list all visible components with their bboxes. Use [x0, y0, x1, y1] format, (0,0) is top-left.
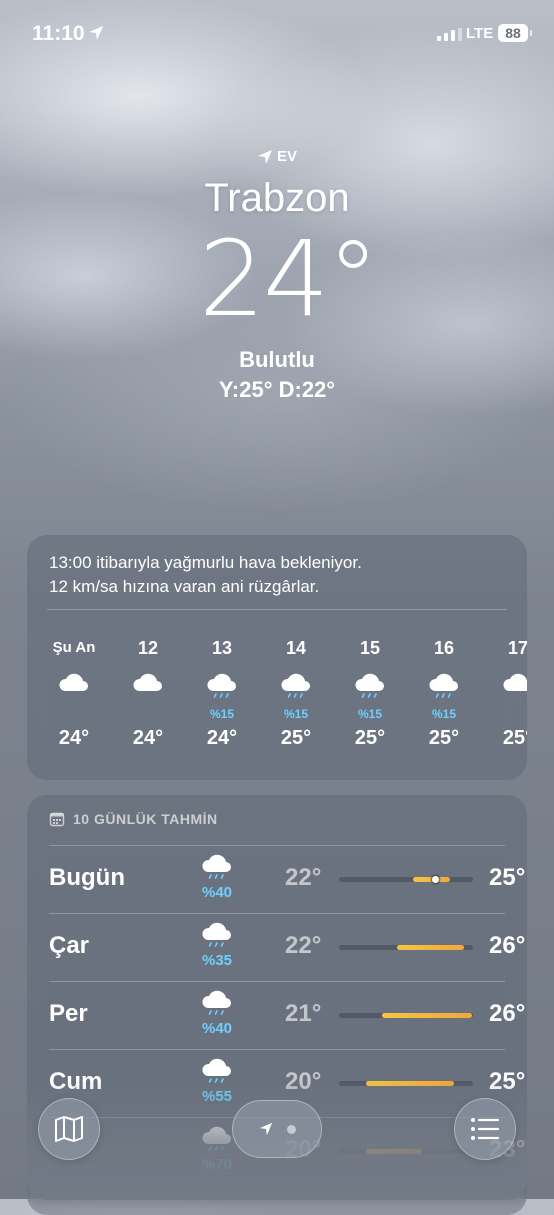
- hour-temp: 25°: [354, 727, 386, 749]
- status-time: 11:10: [32, 22, 85, 45]
- forecast-high: 26°: [489, 932, 526, 959]
- summary-line: 13:00 itibarıyla yağmurlu hava bekleniyo…: [49, 553, 362, 572]
- cloud-rain-icon: [199, 920, 235, 956]
- home-label-text: EV: [276, 148, 297, 165]
- cloud-icon: [483, 671, 527, 721]
- condition-text: Bulutlu: [239, 346, 315, 372]
- hour-temp: 24°: [132, 727, 164, 749]
- list-icon: [471, 1118, 500, 1140]
- hour-temp: 25°: [428, 727, 460, 749]
- hourly-forecast-card[interactable]: 13:00 itibarıyla yağmurlu hava bekleniyo…: [27, 535, 527, 780]
- hour-item: Şu An 24°: [39, 635, 109, 750]
- forecast-precip: %40: [201, 1020, 233, 1037]
- battery-icon: 88: [498, 24, 532, 42]
- forecast-high: 26°: [489, 1000, 526, 1027]
- hour-item: 15 %15 25°: [335, 635, 405, 750]
- calendar-icon: [49, 812, 65, 827]
- hour-label: Şu An: [52, 639, 96, 656]
- location-arrow-icon: [257, 149, 272, 164]
- forecast-day: Per: [49, 1000, 88, 1027]
- forecast-precip: %40: [201, 884, 233, 901]
- hour-label: 12: [137, 638, 159, 658]
- current-temp-dot: [431, 876, 439, 883]
- signal-icon: [437, 28, 462, 41]
- forecast-day: Cum: [49, 1068, 103, 1095]
- map-icon: [55, 1116, 83, 1142]
- temperature-range-fill: [381, 1013, 472, 1018]
- hour-label: 17: [507, 638, 527, 658]
- forecast-low: 22°: [285, 932, 322, 959]
- cloud-rain-icon: [199, 1056, 235, 1092]
- hour-precip: %15: [431, 707, 457, 721]
- cloud-rain-icon: %15: [409, 671, 479, 721]
- cloud-rain-icon: %15: [187, 671, 257, 721]
- forecast-precip: %35: [201, 952, 233, 969]
- high-low-text: Y:25° D:22°: [218, 376, 336, 402]
- divider: [47, 609, 507, 610]
- map-button[interactable]: [38, 1098, 100, 1160]
- hour-temp: 24°: [58, 727, 90, 749]
- forecast-row[interactable]: Bugün %40 22° 25°: [49, 845, 525, 913]
- cloud-rain-icon: %15: [335, 671, 405, 721]
- temperature-range-fill: [396, 945, 464, 950]
- location-arrow-icon: [259, 1122, 272, 1136]
- hour-item: 14 %15 25°: [261, 635, 331, 750]
- temperature-range-bar: [339, 876, 473, 883]
- city-name: Trabzon: [204, 175, 350, 220]
- hour-item: 12 24°: [113, 635, 183, 750]
- hour-precip: %15: [209, 707, 235, 721]
- hour-temp: 25°: [502, 727, 527, 749]
- forecast-low: 20°: [285, 1068, 322, 1095]
- current-temperature: 24°: [198, 217, 379, 340]
- hour-precip: %15: [357, 707, 383, 721]
- hour-item: 13 %15 24°: [187, 635, 257, 750]
- forecast-header: 10 GÜNLÜK TAHMİN: [27, 795, 527, 827]
- hour-item: 16 %15 25°: [409, 635, 479, 750]
- page-dot: [286, 1124, 296, 1134]
- temperature-range-fill: [365, 1081, 455, 1086]
- status-bar: 11:10 LTE 88: [0, 0, 554, 66]
- cloud-rain-icon: [199, 852, 235, 888]
- forecast-day: Çar: [49, 932, 90, 959]
- forecast-precip: %55: [201, 1088, 233, 1105]
- temperature-range-fill: [365, 1149, 423, 1154]
- forecast-low: 22°: [285, 864, 322, 891]
- cloud-rain-icon: [199, 1124, 235, 1160]
- forecast-title: 10 GÜNLÜK TAHMİN: [73, 811, 218, 827]
- location-arrow-icon: [89, 26, 103, 40]
- cloud-icon: [113, 671, 183, 721]
- cloud-icon: [39, 671, 109, 721]
- forecast-row[interactable]: Çar %35 22° 26°: [49, 913, 525, 981]
- forecast-low: 21°: [285, 1000, 322, 1027]
- temperature-range-bar: [339, 1081, 473, 1086]
- network-label: LTE: [466, 25, 494, 42]
- forecast-day: Bugün: [49, 864, 125, 891]
- forecast-precip: %70: [201, 1156, 233, 1173]
- temperature-range-bar: [339, 945, 473, 950]
- hour-item: 17 25°: [483, 635, 527, 750]
- hourly-strip[interactable]: Şu An 24° 12 24° 13 %15 24° 14 %15 25° 15 %15 25° 16%…: [27, 635, 527, 775]
- temperature-range-bar: [339, 1149, 473, 1154]
- forecast-high: 25°: [489, 864, 526, 891]
- hour-temp: 25°: [280, 727, 312, 749]
- current-weather: EV Trabzon 24° Bulutlu Y:25° D:22°: [0, 148, 554, 403]
- temperature-range-bar: [339, 1013, 473, 1018]
- home-location-label: EV: [257, 148, 297, 165]
- hour-label: 14: [285, 638, 307, 658]
- cloud-rain-icon: [199, 988, 235, 1024]
- forecast-row[interactable]: Per %40 21° 26°: [49, 981, 525, 1049]
- summary-line: 12 km/sa hızına varan ani rüzgârlar.: [49, 577, 320, 596]
- page-indicator[interactable]: [232, 1100, 322, 1158]
- hour-label: 13: [211, 638, 233, 658]
- hourly-summary: 13:00 itibarıyla yağmurlu hava bekleniyo…: [27, 535, 527, 599]
- hour-temp: 24°: [206, 727, 238, 749]
- hour-precip: %15: [283, 707, 309, 721]
- cloud-rain-icon: %15: [261, 671, 331, 721]
- hour-label: 15: [359, 638, 381, 658]
- hour-label: 16: [433, 638, 455, 658]
- forecast-high: 25°: [489, 1068, 526, 1095]
- list-button[interactable]: [454, 1098, 516, 1160]
